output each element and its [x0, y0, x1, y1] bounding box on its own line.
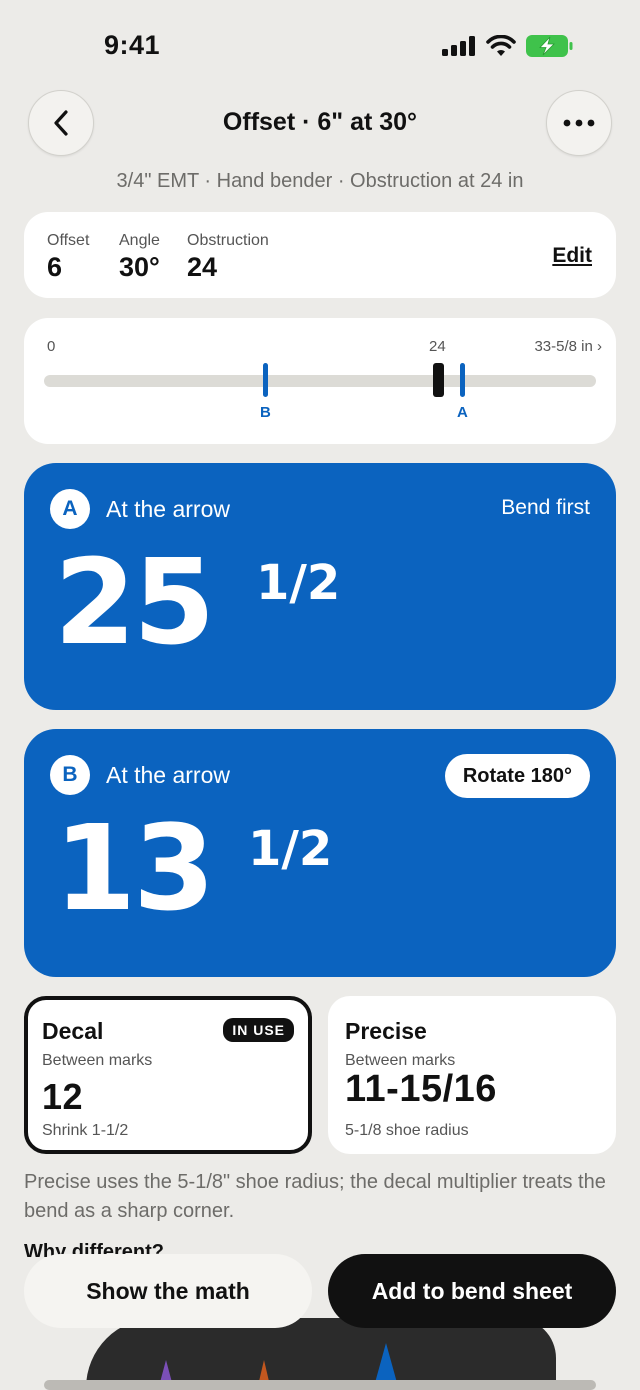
ruler-end-length[interactable]: 33-5/8 in ›	[534, 338, 602, 355]
decal-note: Shrink 1-1/2	[42, 1122, 129, 1139]
bend-a-fraction: 1/2	[256, 555, 341, 611]
offset-label: Offset	[47, 232, 90, 249]
status-time: 9:41	[104, 30, 161, 60]
precise-note: 5-1/8 shoe radius	[345, 1122, 469, 1139]
ruler-start-tick: 0	[47, 338, 56, 355]
edit-button[interactable]: Edit	[552, 244, 592, 268]
decal-value: 12	[42, 1076, 84, 1117]
offset-param: Offset 6	[47, 232, 89, 283]
parameters-card: Offset 6 Angle 30° Obstruction 24 Edit	[24, 212, 616, 298]
show-math-button[interactable]: Show the math	[24, 1254, 312, 1328]
offset-value: 6	[47, 252, 63, 282]
bend-b-card[interactable]: B At the arrow Rotate 180° 13 1/2	[24, 729, 616, 977]
rotate-hint-pill: Rotate 180°	[444, 754, 590, 798]
mark-b-marker	[263, 363, 268, 397]
precise-value: 11-15/16	[345, 1068, 497, 1110]
bend-a-measurement: 25	[54, 533, 215, 671]
angle-label: Angle	[119, 232, 160, 249]
obstruction-marker	[433, 363, 444, 397]
angle-param: Angle 30°	[119, 232, 160, 283]
in-use-badge: IN USE	[223, 1018, 294, 1042]
angle-value: 30°	[119, 252, 160, 282]
job-summary: 3/4" EMT · Hand bender · Obstruction at …	[116, 170, 524, 192]
mark-a-label: A	[457, 404, 468, 421]
signal-icon	[442, 36, 475, 56]
bend-a-card[interactable]: A At the arrow Bend first 25 1/2	[24, 463, 616, 710]
ruler-card: 0 24 33-5/8 in › B A	[24, 318, 616, 444]
bend-a-badge: A	[50, 489, 90, 529]
status-icons	[442, 34, 574, 58]
bend-b-badge: B	[50, 755, 90, 795]
obstruction-value: 24	[187, 252, 218, 282]
decal-subtitle: Between marks	[42, 1052, 153, 1069]
decal-title: Decal	[42, 1018, 104, 1044]
battery-charging-icon	[526, 35, 573, 57]
bend-b-measurement: 13	[54, 799, 215, 937]
bend-b-fraction: 1/2	[248, 821, 333, 877]
mark-b-label: B	[260, 404, 271, 421]
obstruction-label: Obstruction	[187, 232, 269, 249]
bend-b-label: At the arrow	[106, 762, 230, 788]
page-title: Offset · 6" at 30°	[222, 108, 418, 136]
more-options-button[interactable]	[546, 90, 612, 156]
precise-title: Precise	[345, 1018, 427, 1044]
obstruction-param: Obstruction 24	[187, 232, 269, 283]
mark-a-marker	[460, 363, 465, 397]
method-explanation: Precise uses the 5-1/8" shoe radius; the…	[24, 1171, 606, 1222]
precise-method-card[interactable]: Precise Between marks 11-15/16 5-1/8 sho…	[328, 996, 616, 1154]
bend-a-hint: Bend first	[501, 496, 590, 519]
bend-a-label: At the arrow	[106, 496, 230, 522]
conduit-track	[44, 375, 596, 387]
home-indicator	[44, 1380, 596, 1390]
wifi-icon	[486, 35, 516, 56]
ellipsis-icon	[563, 119, 595, 127]
add-to-bend-sheet-button[interactable]: Add to bend sheet	[328, 1254, 616, 1328]
ruler-obstruction-tick: 24	[429, 338, 446, 355]
decal-method-card[interactable]: Decal IN USE Between marks 12 Shrink 1-1…	[24, 996, 312, 1154]
